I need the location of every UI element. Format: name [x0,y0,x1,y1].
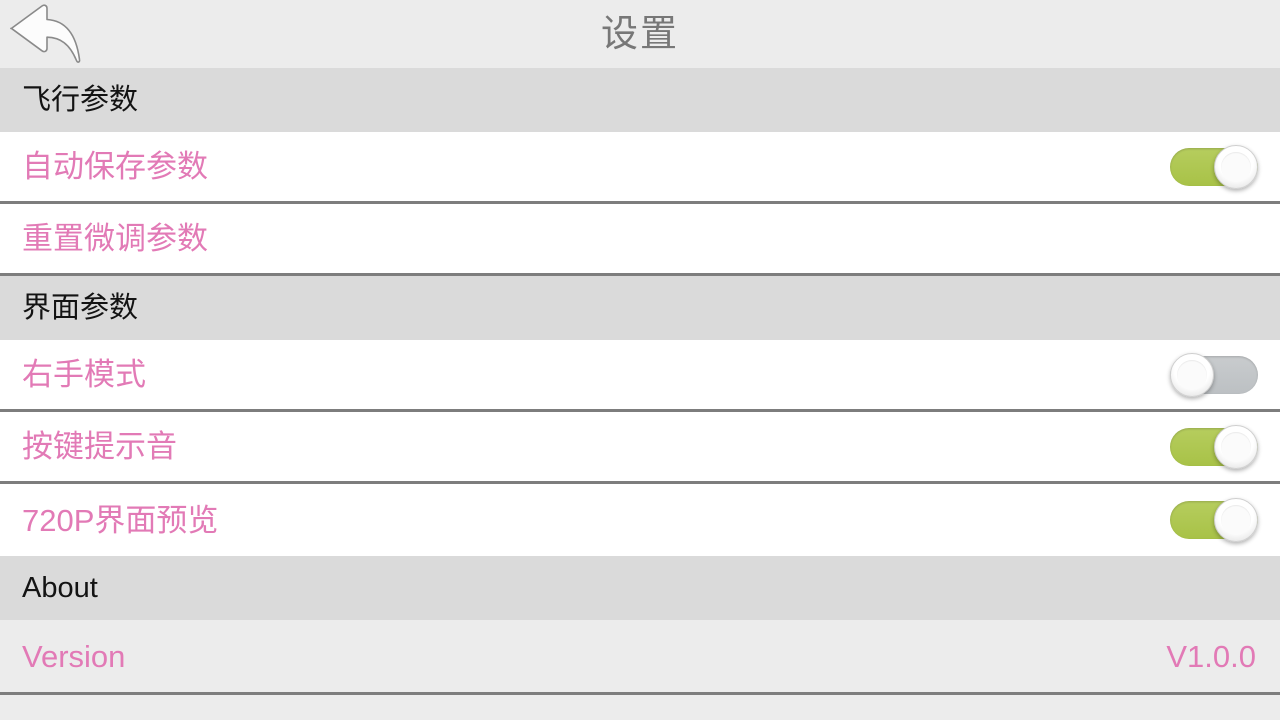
app-header: 设置 [0,0,1280,68]
row-preview-720p[interactable]: 720P界面预览 [0,484,1280,556]
toggle-preview-720p[interactable] [1170,498,1258,542]
row-key-tone[interactable]: 按键提示音 [0,412,1280,484]
settings-list: 飞行参数 自动保存参数 重置微调参数 界面参数 右手模式 按键提示音 720P界… [0,68,1280,720]
toggle-knob [1170,352,1214,397]
row-label: 右手模式 [22,357,146,392]
toggle-key-tone[interactable] [1170,424,1258,469]
page-title: 设置 [601,12,679,54]
row-label: 自动保存参数 [22,149,208,184]
settings-screen: 设置 飞行参数 自动保存参数 重置微调参数 界面参数 右手模式 按键提示音 72… [0,0,1280,720]
row-right-hand-mode[interactable]: 右手模式 [0,340,1280,412]
row-label: Version [22,638,126,674]
toggle-knob [1214,498,1258,542]
version-value: V1.0.0 [1166,638,1256,674]
list-bottom-filler [0,695,1280,720]
back-arrow-icon[interactable] [2,0,94,66]
section-header-interface: 界面参数 [0,276,1280,340]
section-header-about: About [0,556,1280,620]
row-label: 按键提示音 [22,429,177,464]
row-version[interactable]: Version V1.0.0 [0,620,1280,692]
toggle-right-hand-mode[interactable] [1170,352,1258,397]
row-label: 720P界面预览 [22,502,219,538]
row-label: 重置微调参数 [22,221,208,256]
toggle-knob [1214,144,1258,189]
toggle-knob [1214,424,1258,469]
row-auto-save-params[interactable]: 自动保存参数 [0,132,1280,204]
toggle-auto-save-params[interactable] [1170,144,1258,189]
section-header-flight: 飞行参数 [0,68,1280,132]
row-reset-trim-params[interactable]: 重置微调参数 [0,204,1280,276]
